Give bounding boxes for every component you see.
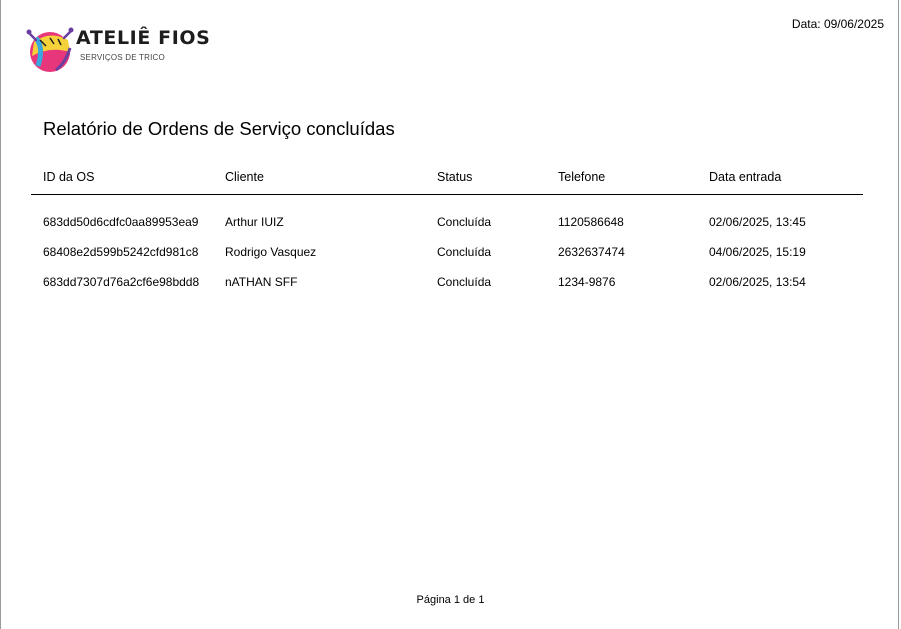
column-header-status: Status [437, 160, 558, 195]
column-header-id: ID da OS [31, 160, 225, 195]
column-header-phone: Telefone [558, 160, 709, 195]
cell-status: Concluída [437, 275, 492, 289]
table-row: 683dd50d6cdfc0aa89953ea9 Arthur IUIZ Con… [31, 195, 863, 238]
table-row: 683dd7307d76a2cf6e98bdd8 nATHAN SFF Conc… [31, 267, 863, 297]
cell-status: Concluída [437, 215, 492, 229]
cell-date: 02/06/2025, 13:54 [709, 275, 806, 289]
cell-date: 02/06/2025, 13:45 [709, 215, 806, 229]
report-date: Data: 09/06/2025 [791, 17, 884, 31]
cell-phone: 2632637474 [558, 245, 625, 259]
cell-id: 683dd7307d76a2cf6e98bdd8 [43, 275, 200, 289]
orders-table: ID da OS Cliente Status Telefone Data en… [31, 160, 863, 297]
brand-name: ATELIÊ FIOS [76, 27, 211, 49]
column-header-date: Data entrada [709, 160, 863, 195]
cell-phone: 1234-9876 [558, 275, 616, 289]
report-page: ATELIÊ FIOS SERVIÇOS DE TRICO Data: 09/0… [0, 0, 899, 629]
cell-phone: 1120586648 [558, 215, 624, 229]
table-header-row: ID da OS Cliente Status Telefone Data en… [31, 160, 863, 195]
cell-status: Concluída [437, 245, 492, 259]
yarn-ball-icon [26, 27, 74, 72]
pagination-label: Página 1 de 1 [416, 594, 485, 606]
cell-client: nATHAN SFF [225, 275, 298, 289]
cell-date: 04/06/2025, 15:19 [709, 245, 806, 259]
brand-logo: ATELIÊ FIOS SERVIÇOS DE TRICO [26, 26, 226, 74]
cell-id: 683dd50d6cdfc0aa89953ea9 [43, 215, 199, 229]
cell-client: Rodrigo Vasquez [225, 245, 317, 259]
brand-tagline: SERVIÇOS DE TRICO [80, 53, 165, 62]
page-title: Relatório de Ordens de Serviço concluída… [43, 118, 395, 139]
table-row: 68408e2d599b5242cfd981c8 Rodrigo Vasquez… [31, 237, 863, 267]
cell-id: 68408e2d599b5242cfd981c8 [43, 245, 199, 259]
column-header-client: Cliente [225, 160, 437, 195]
cell-client: Arthur IUIZ [225, 215, 284, 229]
